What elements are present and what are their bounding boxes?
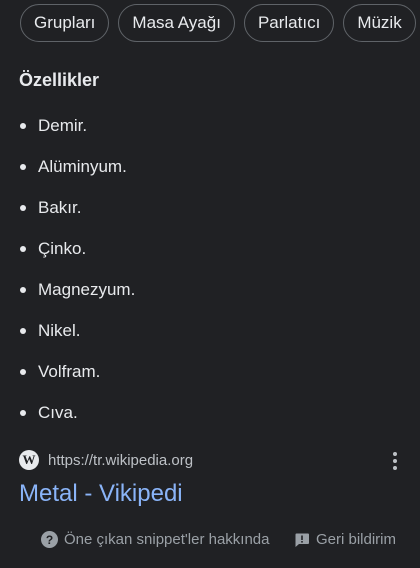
- list-item-text: Demir.: [38, 115, 88, 135]
- list-item-text: Çinko.: [38, 238, 87, 258]
- result-title-link[interactable]: Metal - Vikipedi: [19, 480, 183, 508]
- bullet-icon: [20, 122, 26, 129]
- chip-gruplari[interactable]: Grupları: [20, 4, 110, 42]
- chip-masa-ayagi[interactable]: Masa Ayağı: [118, 4, 235, 42]
- list-item: Cıva.: [20, 392, 135, 433]
- section-title: Özellikler: [19, 70, 100, 90]
- bullet-icon: [20, 286, 26, 293]
- list-item-text: Volfram.: [38, 361, 101, 381]
- filter-chip-row: Grupları Masa Ayağı Parlatıcı Müzik: [20, 4, 420, 44]
- list-item-text: Alüminyum.: [38, 156, 127, 176]
- chip-muzik[interactable]: Müzik: [343, 4, 416, 42]
- wikipedia-favicon-icon: W: [19, 450, 39, 470]
- search-result-panel: Grupları Masa Ayağı Parlatıcı Müzik Özel…: [0, 0, 420, 568]
- feedback-icon: [295, 533, 309, 547]
- list-item: Bakır.: [20, 187, 135, 228]
- bullet-icon: [20, 163, 26, 170]
- list-item: Volfram.: [20, 351, 135, 392]
- chip-parlatici[interactable]: Parlatıcı: [243, 4, 335, 42]
- bullet-icon: [20, 409, 26, 416]
- list-item: Çinko.: [20, 228, 135, 269]
- list-item-text: Magnezyum.: [38, 279, 136, 299]
- about-snippets-label: Öne çıkan snippet'ler hakkında: [64, 531, 270, 548]
- result-url[interactable]: https://tr.wikipedia.org: [48, 452, 193, 469]
- bullet-list: Demir. Alüminyum. Bakır. Çinko. Magnezyu…: [20, 105, 135, 433]
- list-item: Alüminyum.: [20, 146, 135, 187]
- bullet-icon: [20, 204, 26, 211]
- about-snippets-link[interactable]: ? Öne çıkan snippet'ler hakkında: [41, 531, 270, 548]
- list-item: Nikel.: [20, 310, 135, 351]
- result-footer: ? Öne çıkan snippet'ler hakkında Geri bi…: [0, 531, 420, 555]
- feedback-label: Geri bildirim: [316, 531, 397, 548]
- bullet-icon: [20, 245, 26, 252]
- list-item-text: Cıva.: [38, 402, 78, 422]
- bullet-icon: [20, 368, 26, 375]
- help-circle-icon: ?: [41, 531, 58, 548]
- more-vert-icon[interactable]: [388, 452, 402, 472]
- bullet-icon: [20, 327, 26, 334]
- list-item: Demir.: [20, 105, 135, 146]
- list-item: Magnezyum.: [20, 269, 135, 310]
- list-item-text: Bakır.: [38, 197, 82, 217]
- feedback-link[interactable]: Geri bildirim: [294, 531, 396, 548]
- result-source[interactable]: W https://tr.wikipedia.org: [19, 450, 193, 470]
- list-item-text: Nikel.: [38, 320, 81, 340]
